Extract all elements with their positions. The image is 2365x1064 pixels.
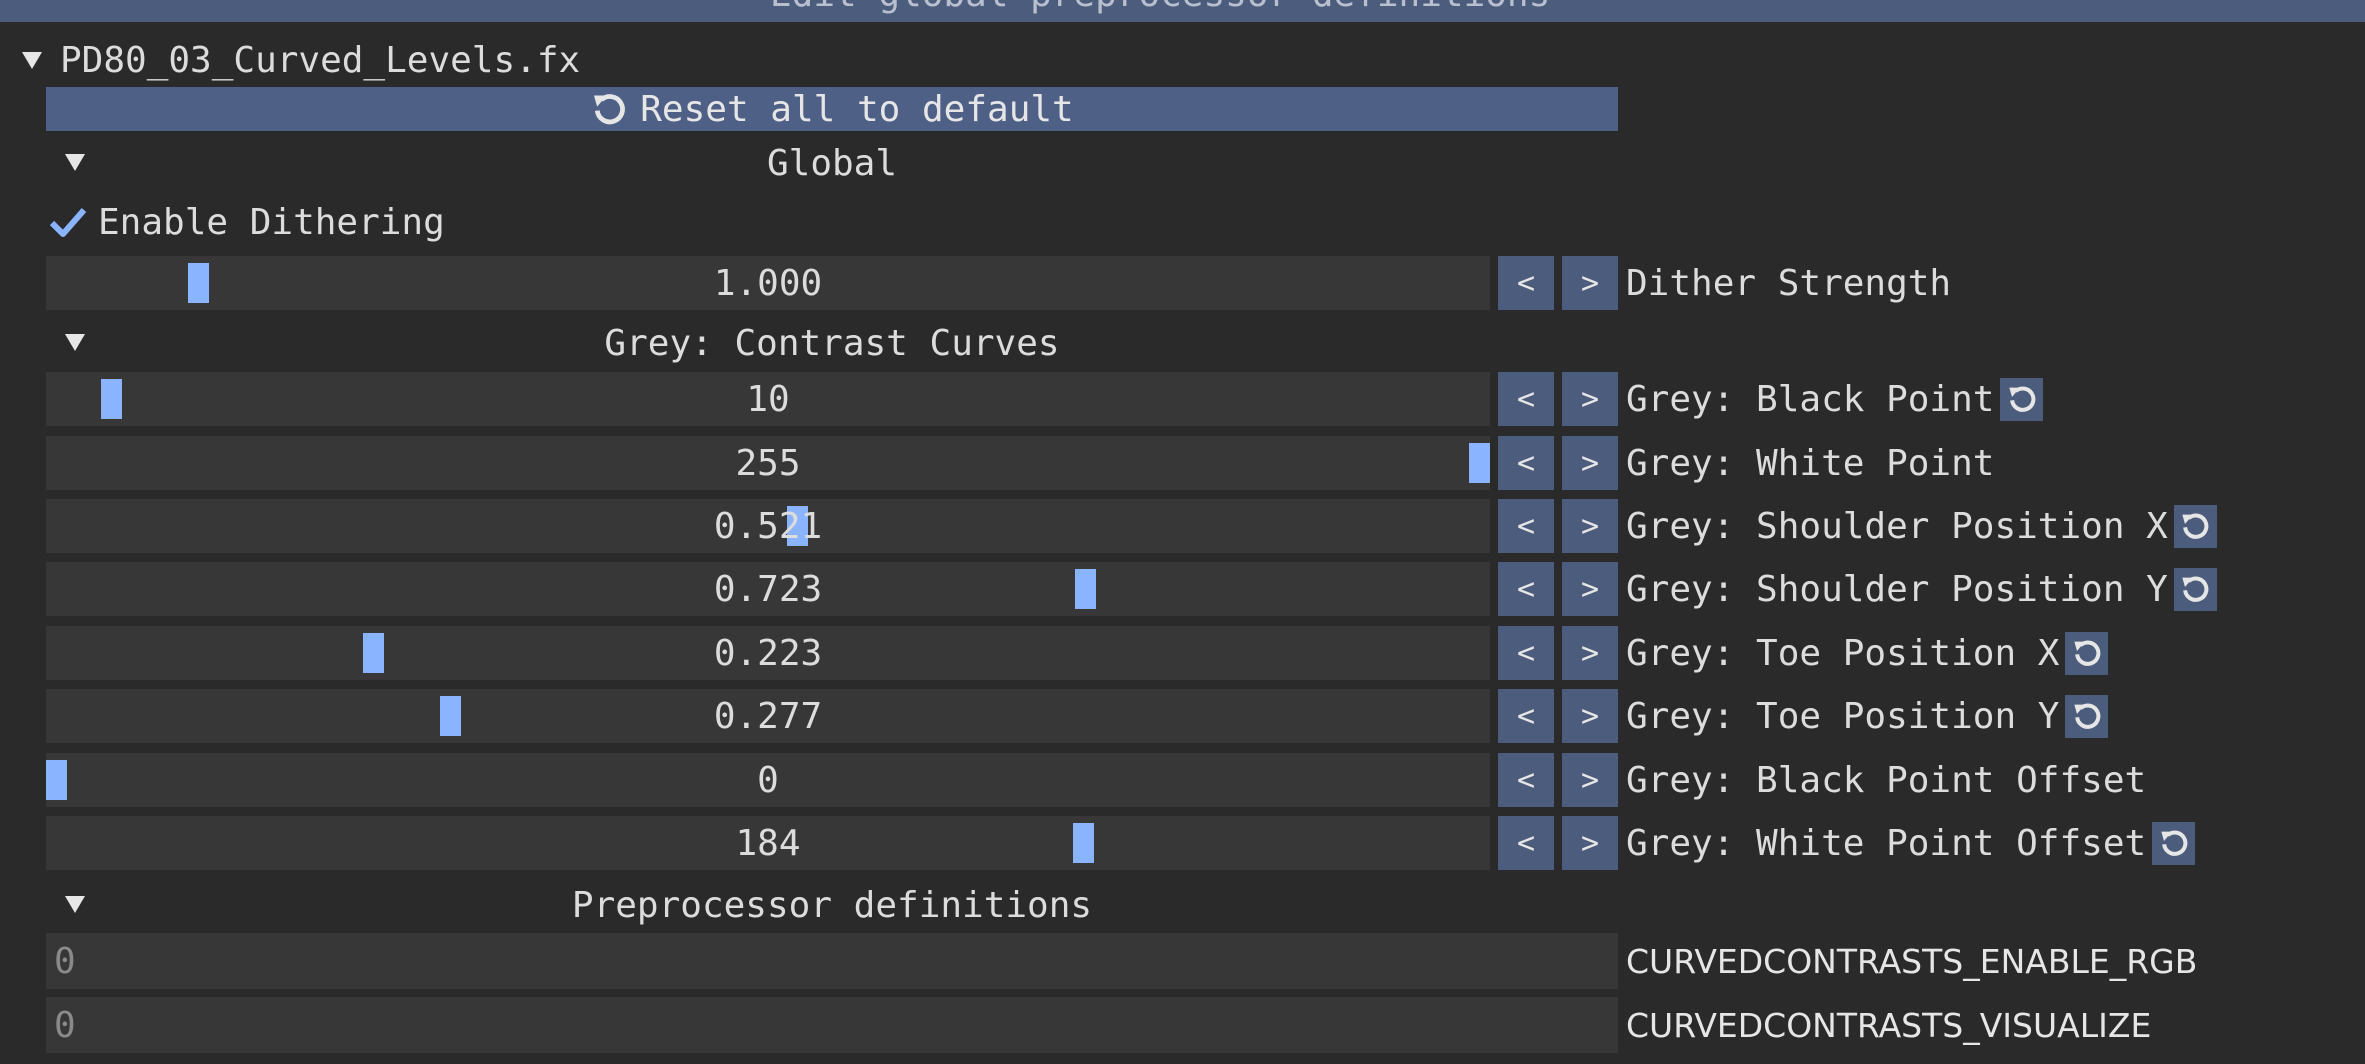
section-grey-contrast-curves[interactable]: Grey: Contrast Curves [46,321,1618,365]
decrement-button[interactable]: < [1498,256,1554,310]
reset-icon [2161,830,2188,856]
decrement-button[interactable]: < [1498,626,1554,680]
slider-value: 0.521 [713,505,823,547]
definition-value-field[interactable]: 0 [46,997,1618,1053]
slider-7[interactable]: 0 [46,753,1490,807]
section-preprocessor-title: Preprocessor definitions [571,884,1093,926]
control-label: Grey: Black Point Offset [1626,759,2147,801]
control-label: Dither Strength [1626,262,1952,304]
reset-icon [2182,513,2209,539]
definition-value-field[interactable]: 0 [46,933,1618,989]
enable-dithering-label: Enable Dithering [98,201,445,243]
header-title: Edit global preprocessor definitions [770,0,1550,15]
control-label: Grey: Toe Position Y [1626,695,2060,737]
reset-button[interactable] [2065,631,2109,675]
reset-icon [2074,703,2101,729]
triangle-down-icon [22,51,42,69]
increment-button[interactable]: > [1562,256,1618,310]
control-label: Grey: White Point Offset [1626,822,2147,864]
definition-name-label: CURVEDCONTRASTS_ENABLE_RGB [1626,941,2198,981]
control-label-row: Grey: Shoulder Position Y [1626,562,2217,616]
control-label-row: Grey: Toe Position X [1626,626,2109,680]
increment-button[interactable]: > [1562,626,1618,680]
effect-file-name: PD80_03_Curved_Levels.fx [60,39,581,81]
section-preprocessor-definitions[interactable]: Preprocessor definitions [46,883,1618,927]
reset-button[interactable] [2065,694,2109,738]
reset-button[interactable] [2152,821,2196,865]
section-grey-title: Grey: Contrast Curves [604,322,1060,364]
reset-icon [2074,640,2101,666]
increment-button[interactable]: > [1562,689,1618,743]
control-label: Grey: Shoulder Position X [1626,505,2168,547]
control-label-row: Dither Strength [1626,256,1951,310]
increment-button[interactable]: > [1562,753,1618,807]
slider-value: 10 [746,378,790,420]
decrement-button[interactable]: < [1498,689,1554,743]
decrement-button[interactable]: < [1498,499,1554,553]
check-icon [49,208,87,237]
reset-button[interactable] [2173,504,2217,548]
slider-2[interactable]: 255 [46,436,1490,490]
slider-5[interactable]: 0.223 [46,626,1490,680]
triangle-down-icon [65,334,85,351]
control-label-row: Grey: White Point Offset [1626,816,2196,870]
decrement-button[interactable]: < [1498,436,1554,490]
reset-all-label: Reset all to default [640,88,1074,130]
triangle-down-icon [65,896,85,913]
effect-tree-node[interactable]: PD80_03_Curved_Levels.fx [22,38,580,82]
definition-name-label: CURVEDCONTRASTS_VISUALIZE [1626,1005,2152,1045]
increment-button[interactable]: > [1562,562,1618,616]
control-label: Grey: Shoulder Position Y [1626,568,2168,610]
control-label-row: Grey: Toe Position Y [1626,689,2109,743]
slider-value: 0.223 [713,632,823,674]
increment-button[interactable]: > [1562,816,1618,870]
reset-icon [594,94,626,125]
enable-dithering-checkbox-row[interactable]: Enable Dithering [46,200,445,244]
section-global[interactable]: Global [46,141,1618,185]
control-label-row: Grey: Black Point [1626,372,2044,426]
increment-button[interactable]: > [1562,372,1618,426]
slider-value: 0.277 [713,695,823,737]
control-label-row: Grey: White Point [1626,436,1994,490]
control-label: Grey: White Point [1626,442,1995,484]
control-label-row: Grey: Black Point Offset [1626,753,2146,807]
slider-1[interactable]: 10 [46,372,1490,426]
decrement-button[interactable]: < [1498,816,1554,870]
slider-0[interactable]: 1.000 [46,256,1490,310]
increment-button[interactable]: > [1562,499,1618,553]
slider-4[interactable]: 0.723 [46,562,1490,616]
reset-icon [2182,576,2209,602]
slider-value: 1.000 [713,262,823,304]
reset-button[interactable] [2000,377,2044,421]
slider-8[interactable]: 184 [46,816,1490,870]
control-label: Grey: Toe Position X [1626,632,2060,674]
slider-value: 0 [757,759,779,801]
slider-6[interactable]: 0.277 [46,689,1490,743]
slider-value: 0.723 [713,568,823,610]
reset-button[interactable] [2173,567,2217,611]
slider-value: 184 [735,822,801,864]
decrement-button[interactable]: < [1498,372,1554,426]
reset-icon [2009,386,2036,412]
control-label-row: Grey: Shoulder Position X [1626,499,2217,553]
decrement-button[interactable]: < [1498,753,1554,807]
section-global-title: Global [766,142,898,184]
enable-dithering-checkbox[interactable] [46,200,90,244]
decrement-button[interactable]: < [1498,562,1554,616]
slider-3[interactable]: 0.521 [46,499,1490,553]
increment-button[interactable]: > [1562,436,1618,490]
reset-all-button[interactable]: Reset all to default [46,87,1618,131]
global-preprocessor-header-button[interactable]: Edit global preprocessor definitions [0,0,2365,22]
control-label: Grey: Black Point [1626,378,1995,420]
triangle-down-icon [65,154,85,171]
slider-value: 255 [735,442,801,484]
